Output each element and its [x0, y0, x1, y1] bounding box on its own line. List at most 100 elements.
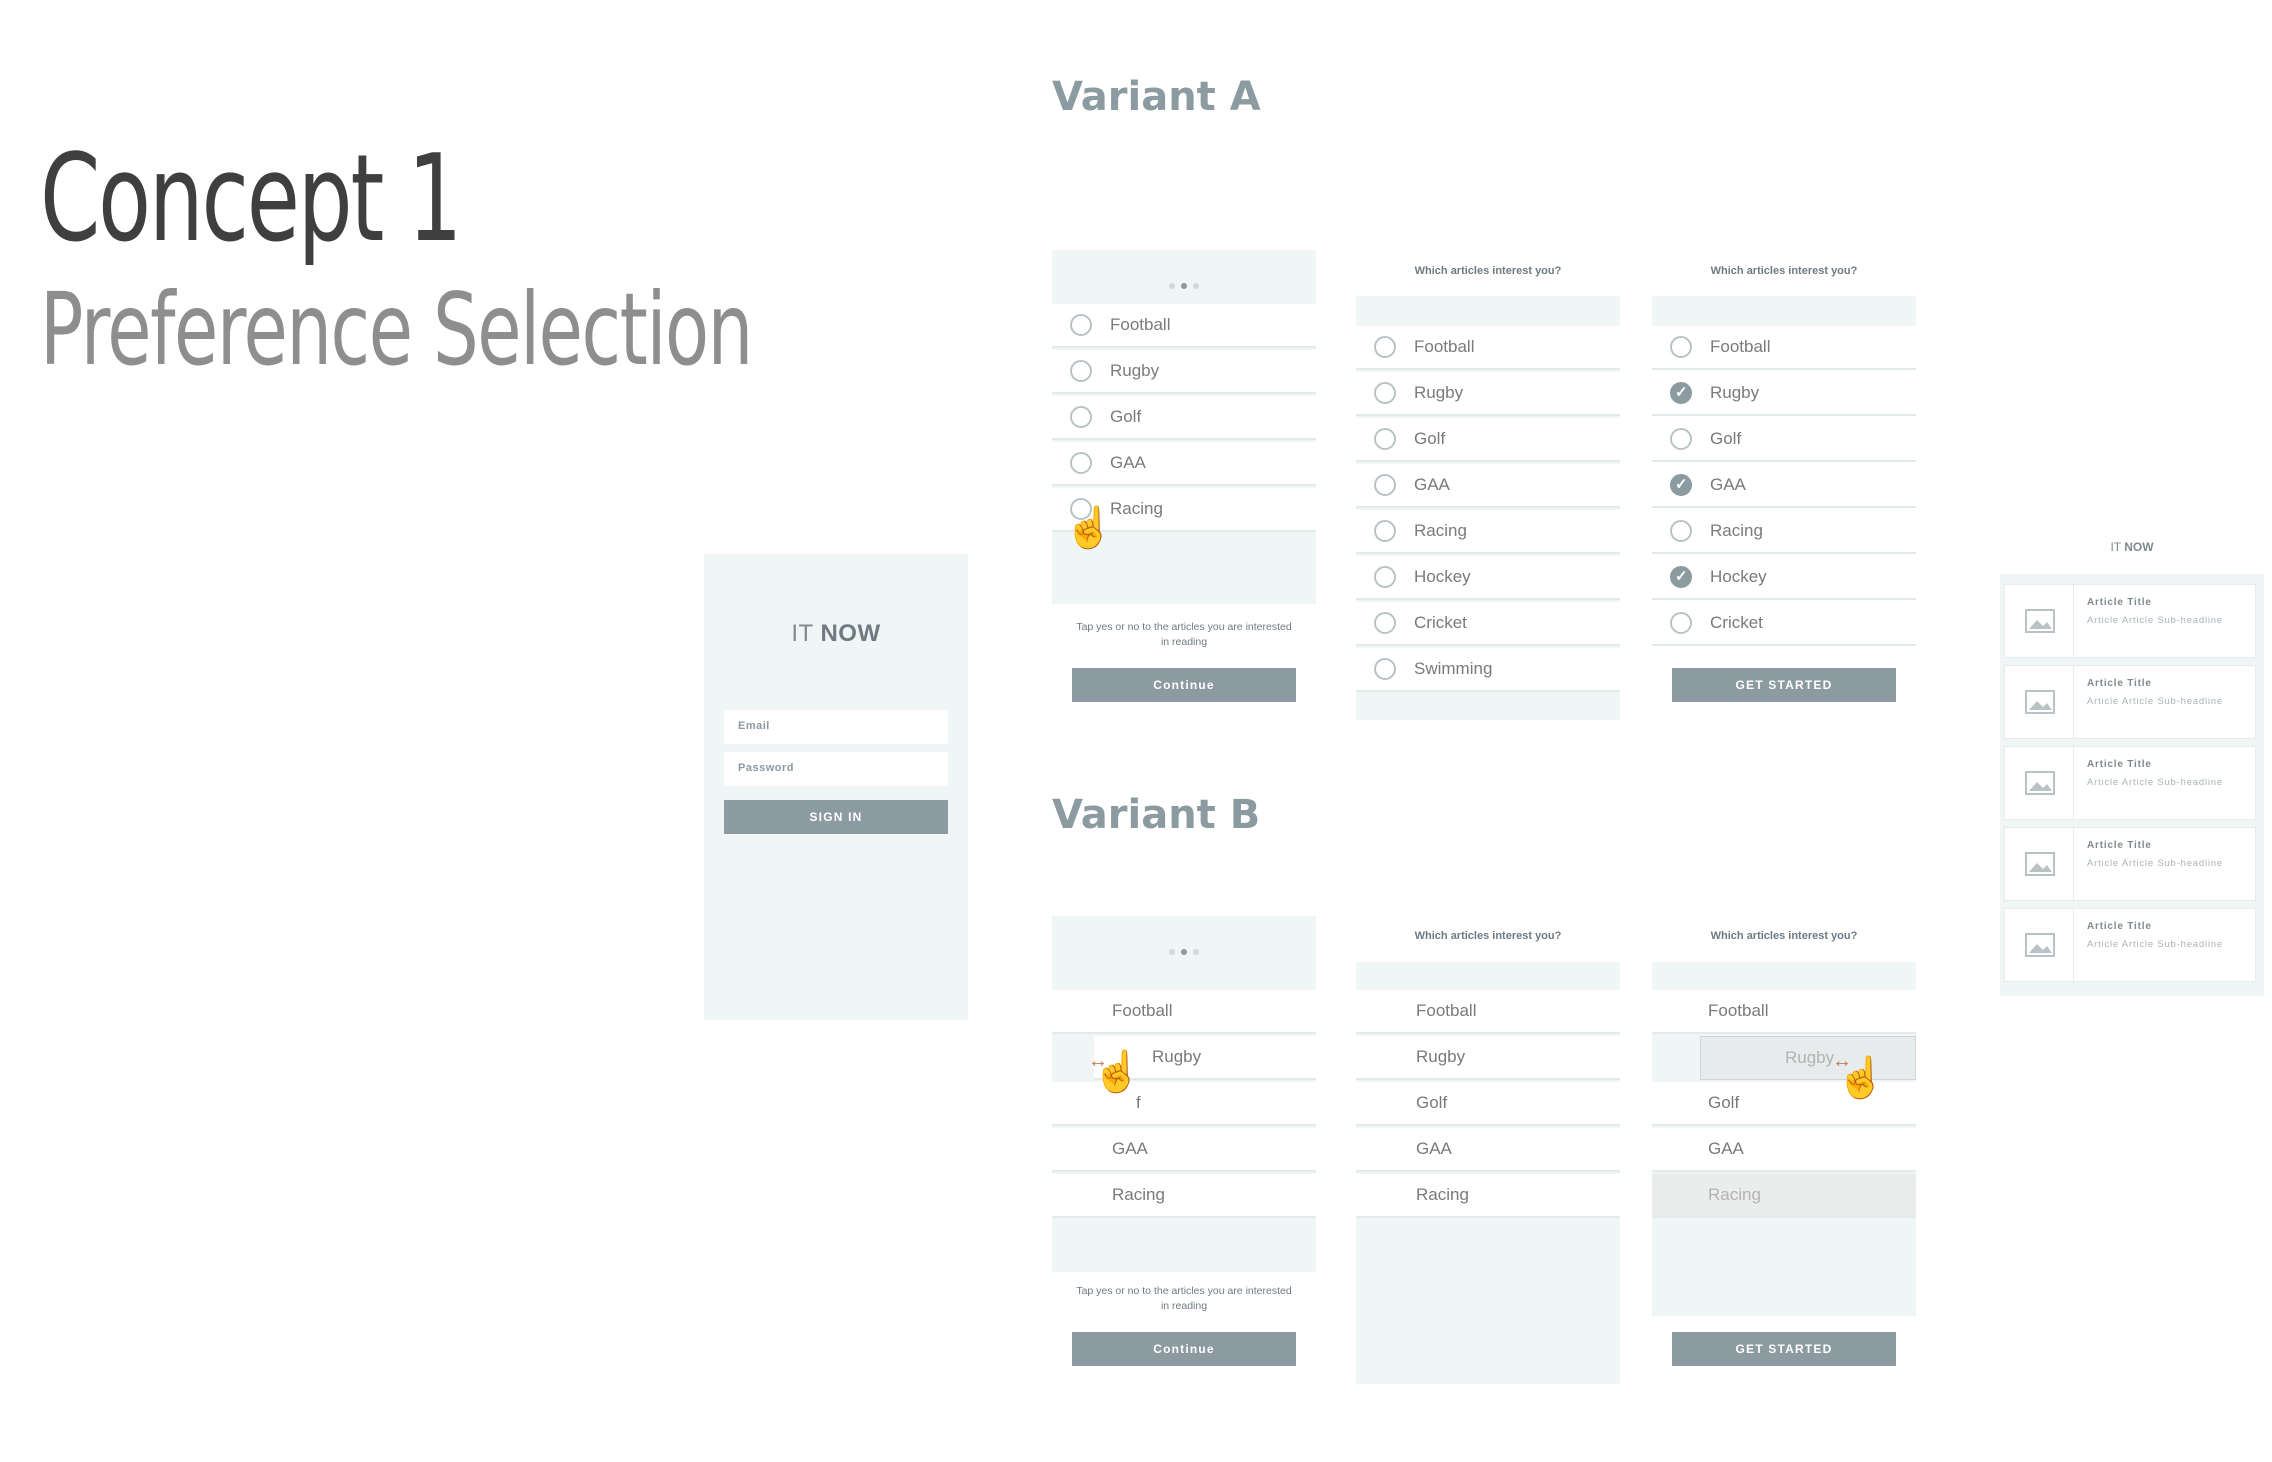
- list-item[interactable]: Rugby: [1356, 372, 1620, 416]
- item-label: Rugby: [1414, 383, 1464, 402]
- radio-button[interactable]: [1670, 520, 1692, 542]
- variant-b-screen-1: Football Rugby f GAA Racing ☝ ↔ Tap yes …: [1052, 916, 1316, 1368]
- list-item[interactable]: Golf: [1652, 418, 1916, 462]
- list-item[interactable]: Football: [1052, 304, 1316, 348]
- list-item[interactable]: Football: [1356, 990, 1620, 1034]
- item-label: Football: [1112, 1001, 1173, 1020]
- list-item[interactable]: Rugby: [1356, 1036, 1620, 1080]
- article-card[interactable]: Article Title Article Article Sub-headli…: [2004, 584, 2256, 658]
- list-item[interactable]: Golf: [1052, 396, 1316, 440]
- continue-button[interactable]: Continue: [1072, 1332, 1296, 1366]
- item-label: Football: [1708, 1001, 1769, 1020]
- list-item[interactable]: Hockey: [1652, 556, 1916, 600]
- list-item[interactable]: Cricket: [1652, 602, 1916, 646]
- list-item[interactable]: GAA: [1052, 1128, 1316, 1172]
- list-item[interactable]: Football: [1052, 990, 1316, 1034]
- list-item[interactable]: GAA: [1356, 1128, 1620, 1172]
- app-logo: IT NOW: [704, 620, 968, 648]
- tap-hand-icon: ☝: [1064, 506, 1114, 550]
- article-subheadline: Article Article Sub-headline: [2087, 777, 2223, 788]
- item-label: Rugby: [1785, 1048, 1835, 1067]
- radio-button[interactable]: [1070, 452, 1092, 474]
- item-label: GAA: [1708, 1139, 1744, 1158]
- list-item[interactable]: Swimming: [1356, 648, 1620, 692]
- question-heading: Which articles interest you?: [1710, 265, 1858, 277]
- item-label: Golf: [1710, 429, 1742, 448]
- radio-button[interactable]: [1670, 612, 1692, 634]
- list-item[interactable]: GAA: [1652, 1128, 1916, 1172]
- email-field[interactable]: Email: [724, 710, 948, 744]
- image-placeholder-icon: [2005, 666, 2074, 738]
- article-card[interactable]: Article Title Article Article Sub-headli…: [2004, 665, 2256, 739]
- list-item[interactable]: Racing: [1052, 1174, 1316, 1218]
- list-item[interactable]: Football: [1356, 326, 1620, 370]
- item-label: Racing: [1110, 499, 1163, 518]
- swipe-arrows-icon: ↔: [1088, 1050, 1108, 1072]
- list-item[interactable]: Rugby: [1652, 372, 1916, 416]
- image-placeholder-icon: [2005, 909, 2074, 981]
- item-label: GAA: [1416, 1139, 1452, 1158]
- list-item[interactable]: Racing: [1356, 1174, 1620, 1218]
- article-title: Article Title: [2087, 840, 2152, 851]
- list-item[interactable]: Racing: [1652, 510, 1916, 554]
- question-heading: Which articles interest you?: [1414, 265, 1562, 277]
- radio-button[interactable]: [1670, 336, 1692, 358]
- question-heading: Which articles interest you?: [1414, 930, 1562, 942]
- list-item[interactable]: Cricket: [1356, 602, 1620, 646]
- radio-button-checked[interactable]: [1670, 382, 1692, 404]
- password-field[interactable]: Password: [724, 752, 948, 786]
- list-item[interactable]: Hockey: [1356, 556, 1620, 600]
- sign-in-button[interactable]: SIGN IN: [724, 800, 948, 834]
- item-label: Football: [1710, 337, 1771, 356]
- item-label: Hockey: [1710, 567, 1767, 586]
- list-item[interactable]: GAA: [1052, 442, 1316, 486]
- get-started-button[interactable]: GET STARTED: [1672, 1332, 1896, 1366]
- article-title: Article Title: [2087, 678, 2152, 689]
- radio-button[interactable]: [1070, 406, 1092, 428]
- radio-button[interactable]: [1670, 428, 1692, 450]
- list-item[interactable]: Rugby: [1052, 350, 1316, 394]
- item-label: Racing: [1416, 1185, 1469, 1204]
- image-placeholder-icon: [2005, 828, 2074, 900]
- list-item[interactable]: Golf: [1356, 1082, 1620, 1126]
- page-indicator: [1052, 276, 1316, 294]
- item-label: Football: [1110, 315, 1171, 334]
- radio-button[interactable]: [1374, 336, 1396, 358]
- list-item[interactable]: GAA: [1356, 464, 1620, 508]
- list-item[interactable]: Football: [1652, 326, 1916, 370]
- article-subheadline: Article Article Sub-headline: [2087, 696, 2223, 707]
- item-label: Racing: [1710, 521, 1763, 540]
- list-item-dismissed[interactable]: Racing: [1652, 1174, 1916, 1218]
- radio-button-checked[interactable]: [1670, 566, 1692, 588]
- radio-button[interactable]: [1374, 612, 1396, 634]
- article-card[interactable]: Article Title Article Article Sub-headli…: [2004, 827, 2256, 901]
- list-item[interactable]: GAA: [1652, 464, 1916, 508]
- radio-button[interactable]: [1374, 382, 1396, 404]
- item-label: Rugby: [1152, 1047, 1202, 1066]
- item-label: Racing: [1112, 1185, 1165, 1204]
- radio-button-checked[interactable]: [1670, 474, 1692, 496]
- continue-button[interactable]: Continue: [1072, 668, 1296, 702]
- variant-a-screen-3: Football Rugby Golf GAA Racing Hockey Cr…: [1652, 296, 1916, 720]
- get-started-button[interactable]: GET STARTED: [1672, 668, 1896, 702]
- radio-button[interactable]: [1374, 658, 1396, 680]
- list-item[interactable]: Golf: [1356, 418, 1620, 462]
- item-label: Golf: [1708, 1093, 1740, 1112]
- item-label: f: [1136, 1093, 1141, 1112]
- radio-button[interactable]: [1070, 360, 1092, 382]
- article-card[interactable]: Article Title Article Article Sub-headli…: [2004, 908, 2256, 982]
- radio-button[interactable]: [1374, 566, 1396, 588]
- radio-button[interactable]: [1374, 428, 1396, 450]
- item-label: Golf: [1416, 1093, 1448, 1112]
- article-title: Article Title: [2087, 921, 2152, 932]
- item-label: Rugby: [1710, 383, 1760, 402]
- radio-button[interactable]: [1374, 474, 1396, 496]
- logo-it: IT: [791, 620, 814, 647]
- feed-logo: IT NOW: [2000, 540, 2264, 554]
- variant-b-screen-2: Football Rugby Golf GAA Racing: [1356, 962, 1620, 1384]
- list-item[interactable]: Racing: [1356, 510, 1620, 554]
- radio-button[interactable]: [1070, 314, 1092, 336]
- list-item[interactable]: Football: [1652, 990, 1916, 1034]
- radio-button[interactable]: [1374, 520, 1396, 542]
- article-card[interactable]: Article Title Article Article Sub-headli…: [2004, 746, 2256, 820]
